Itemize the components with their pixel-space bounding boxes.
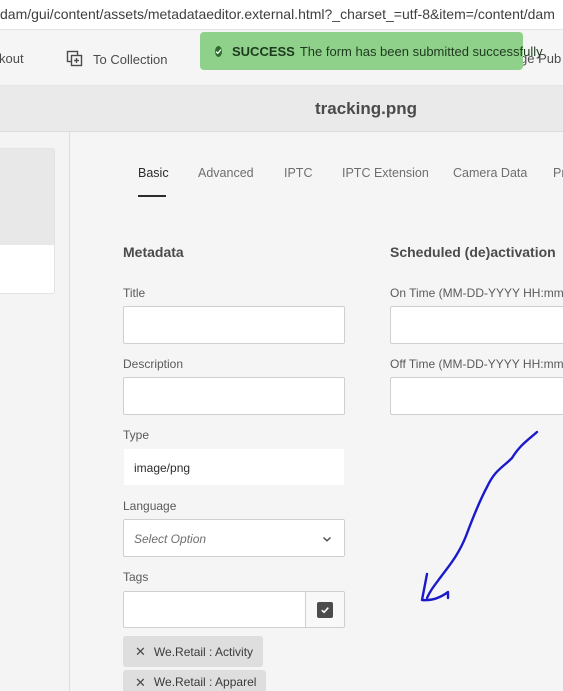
tag-picker-button[interactable] [306,591,345,628]
title-label: Title [123,286,146,300]
editor-title-bar: tracking.png [0,86,563,132]
metadata-editor: Basic Advanced IPTC IPTC Extension Camer… [71,132,563,691]
language-select[interactable]: Select Option [123,519,345,557]
to-collection-label: To Collection [93,51,168,67]
type-label: Type [123,428,150,442]
tab-advanced[interactable]: Advanced [198,166,254,180]
tab-basic[interactable]: Basic [138,166,169,180]
remove-tag-icon[interactable]: ✕ [135,644,146,660]
tags-input[interactable] [123,591,306,628]
to-collection-button[interactable]: To Collection [66,50,167,68]
tab-more[interactable]: Pr [553,166,563,180]
on-time-label: On Time (MM-DD-YYYY HH:mm) [390,286,563,300]
language-placeholder: Select Option [134,532,207,546]
tag-chip-label: We.Retail : Apparel [153,675,257,689]
active-tab-indicator [138,195,166,197]
url-text[interactable]: dam/gui/content/assets/metadataeditor.ex… [0,6,555,22]
scheduling-heading: Scheduled (de)activation [390,244,556,260]
metadata-tabs: Basic Advanced IPTC IPTC Extension Camer… [71,132,563,202]
description-input[interactable] [123,377,345,415]
on-time-input[interactable] [390,306,563,344]
remove-tag-icon[interactable]: ✕ [135,675,146,691]
success-toast: SUCCESS The form has been submitted succ… [200,32,543,70]
asset-thumbnail [0,149,54,245]
success-check-icon [215,45,222,57]
toast-status: SUCCESS [232,43,295,59]
tag-chip[interactable]: ✕ We.Retail : Apparel [123,670,267,691]
off-time-label: Off Time (MM-DD-YYYY HH:mm) [390,357,563,371]
tag-chip[interactable]: ✕ We.Retail : Activity [123,636,264,667]
type-value: image/png [134,461,191,475]
toast-message: The form has been submitted successfully [299,43,543,59]
asset-preview-pane [0,132,70,691]
browser-address-bar[interactable]: dam/gui/content/assets/metadataeditor.ex… [0,0,563,30]
asset-card[interactable] [0,148,55,294]
checkout-button[interactable]: kout [0,51,24,66]
title-input[interactable] [123,306,345,344]
chevron-down-icon [323,536,331,542]
tag-chip-label: We.Retail : Activity [153,644,254,659]
tab-iptc[interactable]: IPTC [284,166,312,180]
add-to-collection-icon [66,50,83,67]
tags-label: Tags [123,570,149,584]
language-label: Language [123,499,177,513]
type-field: image/png [123,448,345,486]
checkbox-icon [317,601,333,618]
off-time-input[interactable] [390,377,563,415]
description-label: Description [123,357,184,371]
tab-iptc-extension[interactable]: IPTC Extension [342,166,429,180]
page-title: tracking.png [315,99,418,118]
tab-camera-data[interactable]: Camera Data [453,166,527,180]
metadata-heading: Metadata [123,244,184,260]
